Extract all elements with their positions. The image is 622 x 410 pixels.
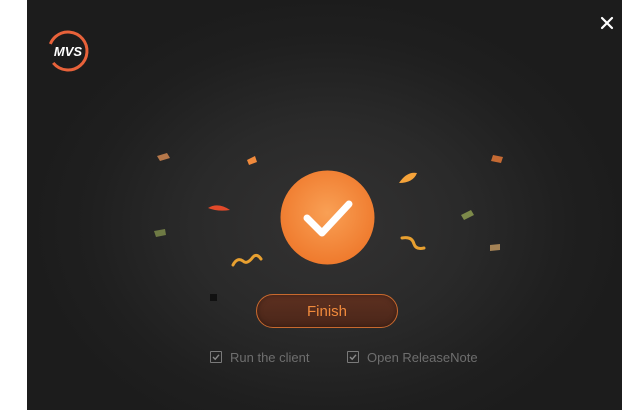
checkmark-icon xyxy=(280,170,375,265)
confetti-piece xyxy=(490,244,500,251)
confetti-streamer xyxy=(400,236,426,250)
installer-window: MVS Finish Run the client Open ReleaseNo… xyxy=(27,0,622,410)
confetti-streamer xyxy=(231,253,263,267)
confetti-piece xyxy=(157,153,170,161)
run-client-label: Run the client xyxy=(230,349,310,365)
confetti-piece xyxy=(154,229,166,237)
open-releasenote-label: Open ReleaseNote xyxy=(367,349,478,365)
confetti-piece xyxy=(210,294,217,301)
confetti-piece xyxy=(461,210,474,220)
confetti-piece xyxy=(399,172,417,183)
checkbox-checked-icon xyxy=(210,351,222,363)
confetti-piece xyxy=(491,155,503,163)
confetti-piece xyxy=(247,156,257,165)
run-client-checkbox[interactable]: Run the client xyxy=(210,349,310,365)
checkbox-checked-icon xyxy=(347,351,359,363)
confetti-piece xyxy=(208,205,230,211)
open-releasenote-checkbox[interactable]: Open ReleaseNote xyxy=(347,349,478,365)
finish-button[interactable]: Finish xyxy=(256,294,398,328)
